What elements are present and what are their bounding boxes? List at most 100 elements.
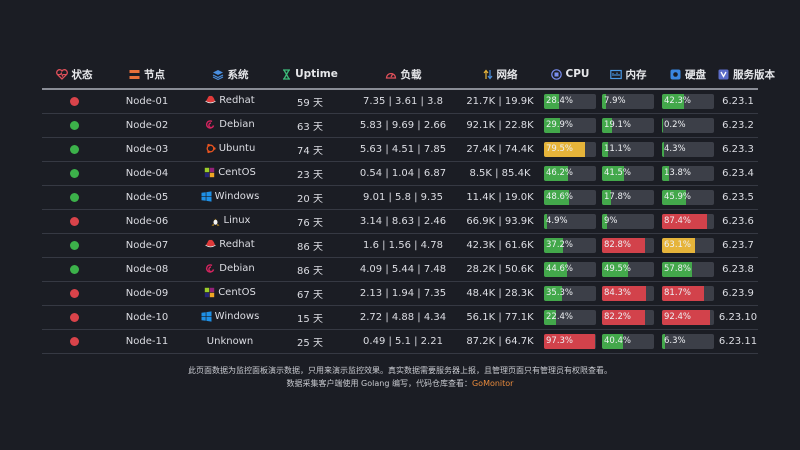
network-value: 8.5K | 85.4K (458, 161, 542, 186)
status-cell (42, 113, 106, 138)
cpu-cell: 46.2% (542, 161, 598, 186)
disk-cell: 81.7% (658, 281, 718, 306)
table-row[interactable]: Node-04 CentOS 23 天 0.54 | 1.04 | 6.87 8… (42, 161, 758, 186)
status-cell (42, 161, 106, 186)
status-dot-icon (69, 96, 79, 106)
disk-bar: 87.4% (662, 214, 714, 229)
load-value: 0.49 | 5.1 | 2.21 (348, 329, 458, 354)
header-node: 节点 (106, 60, 188, 90)
disk-cell: 6.3% (658, 329, 718, 354)
uptime-value: 25 天 (272, 329, 348, 354)
version-icon (718, 69, 729, 80)
node-name: Node-05 (106, 185, 188, 210)
cpu-cell: 97.3% (542, 329, 598, 354)
node-name: Node-06 (106, 209, 188, 234)
server-table: 状态 节点 系统 Uptime 负载 网络 CPU 内存 硬盘 服务版本 Nod… (42, 60, 775, 354)
table-row[interactable]: Node-05 Windows 20 天 9.01 | 5.8 | 9.35 1… (42, 185, 758, 210)
node-name: Node-04 (106, 161, 188, 186)
memory-bar: 11.1% (602, 142, 654, 157)
disk-value: 57.8% (664, 264, 692, 274)
table-row[interactable]: Node-03 Ubuntu 74 天 5.63 | 4.51 | 7.85 2… (42, 137, 758, 162)
os-name: Unknown (206, 336, 254, 347)
node-name: Node-09 (106, 281, 188, 306)
disk-value: 4.3% (664, 144, 686, 154)
node-name: Node-03 (106, 137, 188, 162)
uptime-value: 86 天 (272, 257, 348, 282)
memory-cell: 7.9% (598, 89, 658, 114)
os-name: Debian (219, 118, 255, 130)
network-value: 92.1K | 22.8K (458, 113, 542, 138)
cpu-value: 79.5% (546, 144, 574, 154)
cpu-bar: 35.3% (544, 286, 596, 301)
server-rows: Node-01 Redhat 59 天 7.35 | 3.61 | 3.8 21… (42, 89, 758, 354)
memory-cell: 41.5% (598, 161, 658, 186)
cpu-value: 4.9% (546, 216, 568, 226)
cpu-value: 37.2% (546, 240, 574, 250)
status-cell (42, 137, 106, 162)
header-load: 负载 (348, 60, 458, 90)
centos-icon (204, 287, 215, 298)
load-value: 2.72 | 4.88 | 4.34 (348, 305, 458, 330)
cpu-value: 48.6% (546, 192, 574, 202)
version-value: 6.23.9 (718, 281, 758, 306)
network-value: 66.9K | 93.9K (458, 209, 542, 234)
disk-value: 0.2% (664, 120, 686, 130)
uptime-value: 86 天 (272, 233, 348, 258)
status-dot-icon (69, 336, 79, 346)
memory-value: 41.5% (604, 168, 632, 178)
memory-cell: 84.3% (598, 281, 658, 306)
os-cell: Ubuntu (188, 137, 272, 162)
memory-value: 11.1% (604, 144, 632, 154)
status-cell (42, 185, 106, 210)
footer-repo-text: 数据采集客户端使用 Golang 编写，代码仓库查看： (286, 379, 472, 388)
network-value: 11.4K | 19.0K (458, 185, 542, 210)
gomonitor-link[interactable]: GoMonitor (472, 379, 514, 388)
table-row[interactable]: Node-02 Debian 63 天 5.83 | 9.69 | 2.66 9… (42, 113, 758, 138)
disk-bar: 57.8% (662, 262, 714, 277)
memory-bar: 19.1% (602, 118, 654, 133)
memory-bar: 41.5% (602, 166, 654, 181)
uptime-value: 23 天 (272, 161, 348, 186)
node-name: Node-02 (106, 113, 188, 138)
disk-bar: 81.7% (662, 286, 714, 301)
table-row[interactable]: Node-10 Windows 15 天 2.72 | 4.88 | 4.34 … (42, 305, 758, 330)
version-value: 6.23.5 (718, 185, 758, 210)
disk-value: 42.3% (664, 96, 692, 106)
header-uptime: Uptime (272, 60, 348, 90)
table-row[interactable]: Node-08 Debian 86 天 4.09 | 5.44 | 7.48 2… (42, 257, 758, 282)
node-name: Node-11 (106, 329, 188, 354)
node-name: Node-10 (106, 305, 188, 330)
network-value: 56.1K | 77.1K (458, 305, 542, 330)
os-cell: Debian (188, 257, 272, 282)
debian-icon (205, 119, 216, 130)
memory-cell: 17.8% (598, 185, 658, 210)
header-disk-label: 硬盘 (685, 68, 706, 81)
cpu-value: 46.2% (546, 168, 574, 178)
load-value: 2.13 | 1.94 | 7.35 (348, 281, 458, 306)
load-value: 1.6 | 1.56 | 4.78 (348, 233, 458, 258)
cpu-cell: 79.5% (542, 137, 598, 162)
disk-bar: 0.2% (662, 118, 714, 133)
cpu-bar: 37.2% (544, 238, 596, 253)
os-name: CentOS (218, 166, 256, 178)
header-disk: 硬盘 (658, 60, 718, 90)
footer-repo-line: 数据采集客户端使用 Golang 编写，代码仓库查看：GoMonitor (0, 377, 800, 390)
layers-icon (212, 70, 223, 80)
cpu-cell: 4.9% (542, 209, 598, 234)
table-row[interactable]: Node-09 CentOS 67 天 2.13 | 1.94 | 7.35 4… (42, 281, 758, 306)
cpu-bar: 48.6% (544, 190, 596, 205)
cpu-value: 97.3% (546, 336, 574, 346)
os-cell: CentOS (188, 281, 272, 306)
table-row[interactable]: Node-07 Redhat 86 天 1.6 | 1.56 | 4.78 42… (42, 233, 758, 258)
load-value: 7.35 | 3.61 | 3.8 (348, 89, 458, 114)
os-cell: Unknown (188, 329, 272, 354)
uptime-value: 76 天 (272, 209, 348, 234)
disk-bar: 92.4% (662, 310, 714, 325)
table-row[interactable]: Node-01 Redhat 59 天 7.35 | 3.61 | 3.8 21… (42, 89, 758, 114)
header-version-label: 服务版本 (733, 68, 775, 81)
memory-bar: 49.5% (602, 262, 654, 277)
table-row[interactable]: Node-11 Unknown 25 天 0.49 | 5.1 | 2.21 8… (42, 329, 758, 354)
header-memory-label: 内存 (625, 68, 647, 81)
table-row[interactable]: Node-06 Linux 76 天 3.14 | 8.63 | 2.46 66… (42, 209, 758, 234)
centos-icon (204, 167, 215, 178)
